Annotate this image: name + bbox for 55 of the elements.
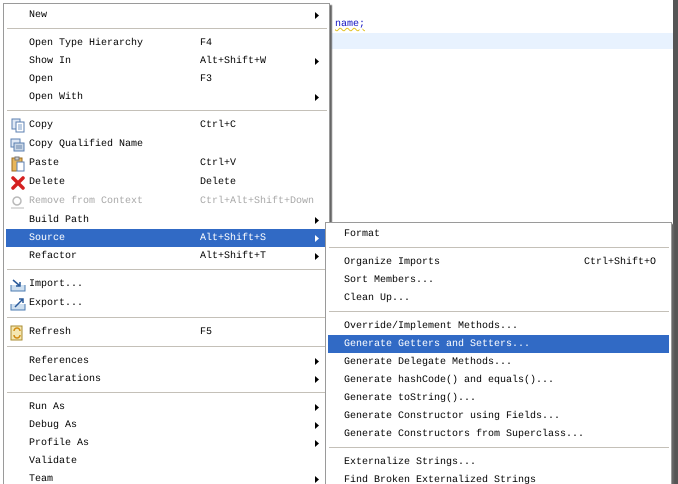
shortcut-text: Ctrl+V: [200, 158, 236, 169]
shortcut-text: Alt+Shift+W: [200, 56, 266, 66]
menu-item[interactable]: Clean Up...: [328, 289, 669, 307]
menu-item[interactable]: Run As: [6, 398, 327, 416]
shortcut-text: F3: [200, 74, 212, 84]
menu-item[interactable]: Open With: [6, 88, 327, 106]
menu-item[interactable]: Refactor Alt+Shift+T: [6, 247, 327, 265]
menu-item[interactable]: Import...: [6, 275, 327, 294]
menu-item[interactable]: References: [6, 352, 327, 370]
export-icon: [10, 296, 26, 310]
shortcut-text: Ctrl+Alt+Shift+Down: [200, 196, 314, 207]
shortcut-text: Ctrl+Shift+O: [584, 256, 656, 268]
menu-item[interactable]: Generate Constructor using Fields...: [328, 407, 669, 425]
menu-item[interactable]: Team: [6, 470, 327, 484]
menu-item[interactable]: Profile As: [6, 434, 327, 452]
shortcut-text: Delete: [200, 177, 236, 188]
menu-item[interactable]: Find Broken Externalized Strings: [328, 471, 669, 484]
menu-item[interactable]: Paste Ctrl+V: [6, 154, 327, 173]
menu-item[interactable]: Open Type Hierarchy F4: [6, 34, 327, 52]
menu-item[interactable]: Generate toString()...: [328, 389, 669, 407]
menu-item[interactable]: Copy Qualified Name: [6, 135, 327, 154]
shortcut-text: F5: [200, 327, 212, 338]
menu-item[interactable]: Sort Members...: [328, 271, 669, 289]
menu-item[interactable]: Open F3: [6, 70, 327, 88]
shortcut-text: Ctrl+C: [200, 120, 236, 131]
menu-item[interactable]: Source Alt+Shift+S: [6, 229, 327, 247]
menu-item[interactable]: Externalize Strings...: [328, 453, 669, 471]
menu-item[interactable]: Refresh F5: [6, 323, 327, 342]
menu-item[interactable]: Show In Alt+Shift+W: [6, 52, 327, 70]
menu-item[interactable]: Validate: [6, 452, 327, 470]
menu-item[interactable]: Delete Delete: [6, 173, 327, 192]
copy-icon: [10, 138, 25, 152]
menu-item[interactable]: Debug As: [6, 416, 327, 434]
refresh-icon: [10, 324, 25, 340]
menu-item[interactable]: Generate Constructors from Superclass...: [328, 425, 669, 443]
code-text: name;: [335, 19, 366, 30]
shortcut-text: F4: [200, 38, 212, 48]
menu-item[interactable]: Copy Ctrl+C: [6, 116, 327, 135]
menu-item[interactable]: New: [6, 6, 327, 24]
menu-item[interactable]: Override/Implement Methods...: [328, 317, 669, 335]
menu-item[interactable]: Export...: [6, 294, 327, 313]
clipboard-icon: [10, 156, 24, 172]
import-icon: [10, 278, 26, 292]
menu-item[interactable]: Generate Delegate Methods...: [328, 353, 669, 371]
menu-item[interactable]: Build Path: [6, 211, 327, 229]
menu-item[interactable]: Format: [328, 225, 669, 243]
shortcut-text: Alt+Shift+T: [200, 250, 266, 262]
menu-item[interactable]: Organize Imports Ctrl+Shift+O: [328, 253, 669, 271]
shortcut-text: Alt+Shift+S: [200, 232, 266, 244]
menu-item[interactable]: Declarations: [6, 370, 327, 388]
delete-icon: [10, 176, 24, 190]
remove-context-icon: [10, 194, 25, 208]
menu-item[interactable]: Generate hashCode() and equals()...: [328, 371, 669, 389]
menu-item[interactable]: Generate Getters and Setters...: [328, 335, 669, 353]
copy-icon: [10, 118, 24, 133]
